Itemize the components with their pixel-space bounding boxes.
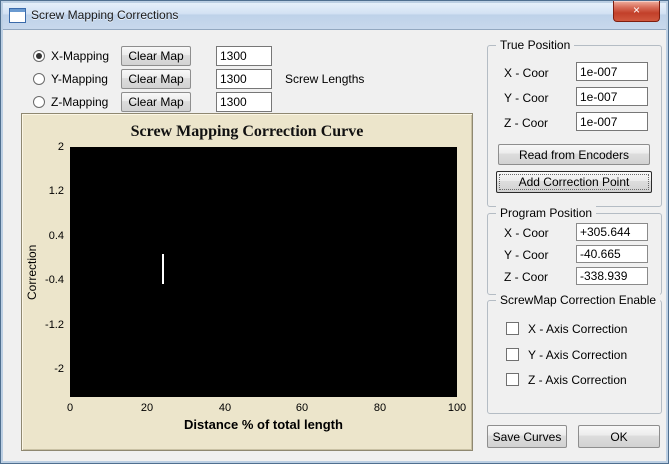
x-axis-label: Distance % of total length bbox=[184, 417, 343, 432]
radio-y-mapping[interactable] bbox=[33, 73, 45, 85]
dialog-window: Screw Mapping Corrections × X-Mapping Cl… bbox=[0, 0, 669, 464]
mapping-radio-label[interactable]: Z-Mapping bbox=[51, 95, 121, 109]
x-tick-label: 100 bbox=[447, 402, 467, 414]
coor-label: Y - Coor bbox=[504, 248, 549, 262]
chart-title: Screw Mapping Correction Curve bbox=[130, 123, 364, 140]
x-tick-label: 60 bbox=[295, 402, 309, 414]
program-z-value: -338.939 bbox=[576, 267, 648, 285]
y-tick-label: -1.2 bbox=[45, 319, 64, 331]
cursor-marker bbox=[161, 254, 164, 285]
x-tick-label: 80 bbox=[373, 402, 387, 414]
y-tick-label: -2 bbox=[54, 363, 64, 375]
x-tick-label: 40 bbox=[218, 402, 232, 414]
y-axis-correction-checkbox[interactable] bbox=[506, 348, 519, 361]
coor-label: X - Coor bbox=[504, 66, 549, 80]
mapping-row: Z-Mapping Clear Map bbox=[29, 91, 272, 113]
true-position-title: True Position bbox=[496, 38, 575, 52]
save-curves-button[interactable]: Save Curves bbox=[487, 425, 567, 448]
true-position-z-input[interactable] bbox=[576, 112, 648, 131]
clear-map-button[interactable]: Clear Map bbox=[121, 46, 191, 66]
mapping-row: X-Mapping Clear Map bbox=[29, 45, 272, 67]
read-from-encoders-button[interactable]: Read from Encoders bbox=[498, 144, 650, 165]
coor-label: Y - Coor bbox=[504, 91, 549, 105]
true-position-group: True Position X - Coor Y - Coor Z - Coor… bbox=[487, 38, 662, 207]
screw-lengths-label: Screw Lengths bbox=[285, 72, 365, 86]
x-axis-correction-checkbox[interactable] bbox=[506, 322, 519, 335]
add-correction-point-button[interactable]: Add Correction Point bbox=[496, 171, 652, 193]
mapping-radio-label[interactable]: Y-Mapping bbox=[51, 72, 121, 86]
plot-area bbox=[70, 147, 457, 397]
screw-length-input[interactable] bbox=[216, 46, 272, 66]
screw-length-input[interactable] bbox=[216, 69, 272, 89]
true-position-y-input[interactable] bbox=[576, 87, 648, 106]
checkbox-label[interactable]: Z - Axis Correction bbox=[528, 373, 627, 387]
radio-z-mapping[interactable] bbox=[33, 96, 45, 108]
y-tick-label: 0.4 bbox=[48, 230, 64, 242]
x-tick-label: 20 bbox=[140, 402, 154, 414]
clear-map-button[interactable]: Clear Map bbox=[121, 69, 191, 89]
close-button[interactable]: × bbox=[613, 1, 660, 22]
checkbox-label[interactable]: X - Axis Correction bbox=[528, 322, 627, 336]
program-x-value: +305.644 bbox=[576, 223, 648, 241]
screwmap-enable-group: ScrewMap Correction Enable X - Axis Corr… bbox=[487, 293, 662, 414]
mapping-radio-label[interactable]: X-Mapping bbox=[51, 49, 121, 63]
window-title: Screw Mapping Corrections bbox=[31, 7, 179, 22]
ok-button[interactable]: OK bbox=[578, 425, 660, 448]
y-tick-label: -0.4 bbox=[45, 274, 64, 286]
screw-length-input[interactable] bbox=[216, 92, 272, 112]
z-axis-correction-checkbox[interactable] bbox=[506, 373, 519, 386]
true-position-x-input[interactable] bbox=[576, 62, 648, 81]
y-tick-label: 2 bbox=[57, 141, 64, 153]
app-icon bbox=[9, 8, 26, 23]
x-tick-label: 0 bbox=[66, 402, 74, 414]
program-position-group: Program Position X - Coor +305.644 Y - C… bbox=[487, 206, 662, 295]
coor-label: Z - Coor bbox=[504, 116, 549, 130]
coor-label: X - Coor bbox=[504, 226, 549, 240]
screwmap-enable-title: ScrewMap Correction Enable bbox=[496, 293, 661, 307]
radio-x-mapping[interactable] bbox=[33, 50, 45, 62]
close-icon: × bbox=[632, 3, 640, 17]
coor-label: Z - Coor bbox=[504, 270, 549, 284]
correction-curve-panel: Screw Mapping Correction Curve Correctio… bbox=[21, 113, 473, 451]
clear-map-button[interactable]: Clear Map bbox=[121, 92, 191, 112]
y-tick-label: 1.2 bbox=[48, 185, 64, 197]
program-y-value: -40.665 bbox=[576, 245, 648, 263]
program-position-title: Program Position bbox=[496, 206, 597, 220]
title-bar[interactable]: Screw Mapping Corrections bbox=[1, 1, 668, 30]
checkbox-label[interactable]: Y - Axis Correction bbox=[528, 348, 627, 362]
mapping-row: Y-Mapping Clear Map bbox=[29, 68, 272, 90]
